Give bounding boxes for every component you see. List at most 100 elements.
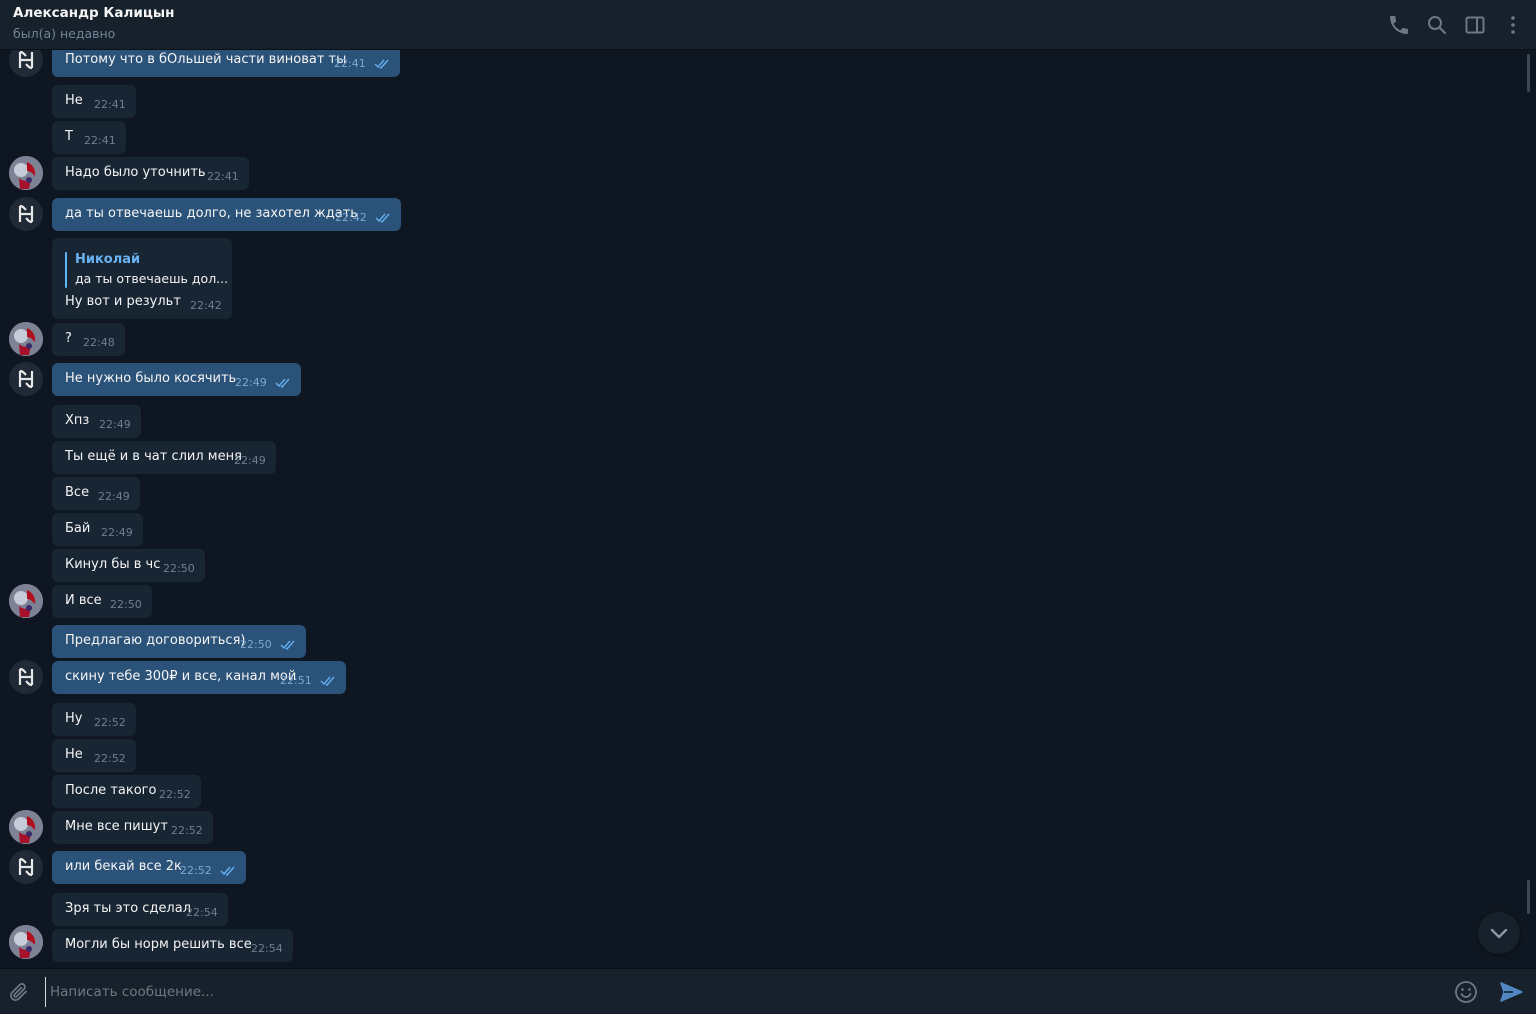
message-bubble-incoming[interactable]: Хпз 22:49 (52, 405, 141, 438)
message-text: Могли бы норм решить все (65, 937, 252, 952)
message-time: 22:49 (98, 490, 130, 503)
message-time: 22:49 (235, 376, 267, 389)
reply-author[interactable]: Николай (75, 252, 140, 267)
message-bubble-incoming[interactable]: Зря ты это сделал 22:54 (52, 893, 228, 926)
phone-icon[interactable] (1387, 13, 1411, 37)
sidebar-toggle-icon[interactable] (1463, 13, 1487, 37)
double-check-icon (374, 59, 389, 69)
message-time: 22:42 (335, 211, 367, 224)
message-bubble-incoming[interactable]: Могли бы норм решить все 22:54 (52, 929, 293, 962)
message-time: 22:48 (83, 336, 115, 349)
message-text: Не (65, 747, 83, 762)
message-bubble-incoming[interactable]: Ты ещё и в чат слил меня 22:49 (52, 441, 276, 474)
paperclip-icon[interactable] (7, 980, 31, 1004)
message-time: 22:49 (99, 418, 131, 431)
scrollbar-top-segment (1527, 54, 1530, 92)
message-bubble-outgoing[interactable]: скину тебе 300₽ и все, канал мой 22:51 (52, 661, 346, 694)
chat-title[interactable]: Александр Калицын (13, 5, 174, 21)
scrollbar-thumb[interactable] (1527, 880, 1530, 914)
chat-status: был(а) недавно (13, 26, 116, 41)
message-bubble-outgoing[interactable]: Потому что в бОльшей части виноват ты 22… (52, 50, 400, 77)
message-time: 22:49 (234, 454, 266, 467)
avatar-alexander[interactable] (9, 584, 43, 618)
message-bubble-outgoing[interactable]: Предлагаю договориться) 22:50 (52, 625, 306, 658)
message-text: ? (65, 331, 72, 346)
message-text: Потому что в бОльшей части виноват ты (65, 52, 347, 67)
message-text: Предлагаю договориться) (65, 633, 246, 648)
chevron-down-icon (1490, 928, 1508, 939)
message-bubble-incoming[interactable]: Бай 22:49 (52, 513, 143, 546)
message-text: Хпз (65, 413, 90, 428)
message-text: или бекай все 2к (65, 859, 182, 874)
message-time: 22:52 (94, 752, 126, 765)
message-list[interactable]: Потому что в бОльшей части виноват ты 22… (0, 50, 1526, 968)
message-bubble-incoming[interactable]: И все 22:50 (52, 585, 152, 618)
message-composer (0, 968, 1536, 1014)
message-bubble-incoming[interactable]: Ну 22:52 (52, 703, 136, 736)
message-bubble-outgoing[interactable]: или бекай все 2к 22:52 (52, 851, 246, 884)
scroll-to-bottom-button[interactable] (1478, 912, 1520, 954)
message-time: 22:41 (207, 170, 239, 183)
message-scrollbar[interactable] (1527, 54, 1532, 964)
message-bubble-incoming[interactable]: Кинул бы в чс 22:50 (52, 549, 205, 582)
message-time: 22:41 (334, 57, 366, 70)
message-time: 22:41 (94, 98, 126, 111)
double-check-icon (320, 676, 335, 686)
message-time: 22:54 (186, 906, 218, 919)
message-bubble-incoming[interactable]: Мне все пишут 22:52 (52, 811, 213, 844)
reply-preview[interactable]: да ты отвечаешь дол... (75, 271, 228, 286)
message-bubble-incoming[interactable]: Т 22:41 (52, 121, 126, 154)
avatar-nikolai[interactable] (9, 362, 43, 396)
message-text: Ты ещё и в чат слил меня (65, 449, 242, 464)
double-check-icon (275, 378, 290, 388)
avatar-nikolai[interactable] (9, 850, 43, 884)
more-vertical-icon[interactable] (1501, 13, 1525, 37)
avatar-nikolai[interactable] (9, 197, 43, 231)
message-bubble-incoming[interactable]: После такого 22:52 (52, 775, 201, 808)
message-bubble-incoming[interactable]: ? 22:48 (52, 323, 125, 356)
message-bubble-outgoing[interactable]: да ты отвечаешь долго, не захотел ждать … (52, 198, 401, 231)
message-text: Ну вот и результ (65, 294, 181, 309)
message-time: 22:50 (163, 562, 195, 575)
message-time: 22:52 (180, 864, 212, 877)
message-text: Т (65, 129, 73, 144)
message-time: 22:52 (171, 824, 203, 837)
message-bubble-outgoing[interactable]: Не нужно было косячить 22:49 (52, 363, 301, 396)
avatar-nikolai[interactable] (9, 50, 43, 77)
message-text: Мне все пишут (65, 819, 168, 834)
avatar-alexander[interactable] (9, 925, 43, 959)
message-time: 22:54 (251, 942, 283, 955)
chat-header: Александр Калицын был(а) недавно (0, 0, 1536, 50)
double-check-icon (375, 213, 390, 223)
message-input[interactable] (45, 977, 1435, 1007)
message-text: Не нужно было косячить (65, 371, 237, 386)
message-time: 22:50 (110, 598, 142, 611)
message-time: 22:52 (94, 716, 126, 729)
message-bubble-incoming[interactable]: Не 22:52 (52, 739, 136, 772)
avatar-nikolai[interactable] (9, 660, 43, 694)
message-bubble-incoming[interactable]: Надо было уточнить 22:41 (52, 157, 249, 190)
message-time: 22:42 (190, 299, 222, 312)
message-bubble-incoming[interactable]: Все 22:49 (52, 477, 140, 510)
message-text: Не (65, 93, 83, 108)
message-time: 22:52 (159, 788, 191, 801)
message-text: Кинул бы в чс (65, 557, 161, 572)
emoji-icon[interactable] (1453, 979, 1479, 1005)
avatar-alexander[interactable] (9, 810, 43, 844)
avatar-alexander[interactable] (9, 156, 43, 190)
message-text: Зря ты это сделал (65, 901, 192, 916)
avatar-alexander[interactable] (9, 322, 43, 356)
message-bubble-incoming[interactable]: Не 22:41 (52, 85, 136, 118)
search-icon[interactable] (1425, 13, 1449, 37)
message-text: скину тебе 300₽ и все, канал мой (65, 669, 297, 684)
message-time: 22:49 (101, 526, 133, 539)
message-text: Ну (65, 711, 83, 726)
message-time: 22:51 (280, 674, 312, 687)
message-text: И все (65, 593, 102, 608)
send-icon[interactable] (1498, 979, 1524, 1005)
message-time: 22:50 (240, 638, 272, 651)
message-text: Надо было уточнить (65, 165, 206, 180)
message-text: После такого (65, 783, 157, 798)
message-time: 22:41 (84, 134, 116, 147)
message-bubble-incoming-reply[interactable]: Николай да ты отвечаешь дол... Ну вот и … (52, 238, 232, 319)
